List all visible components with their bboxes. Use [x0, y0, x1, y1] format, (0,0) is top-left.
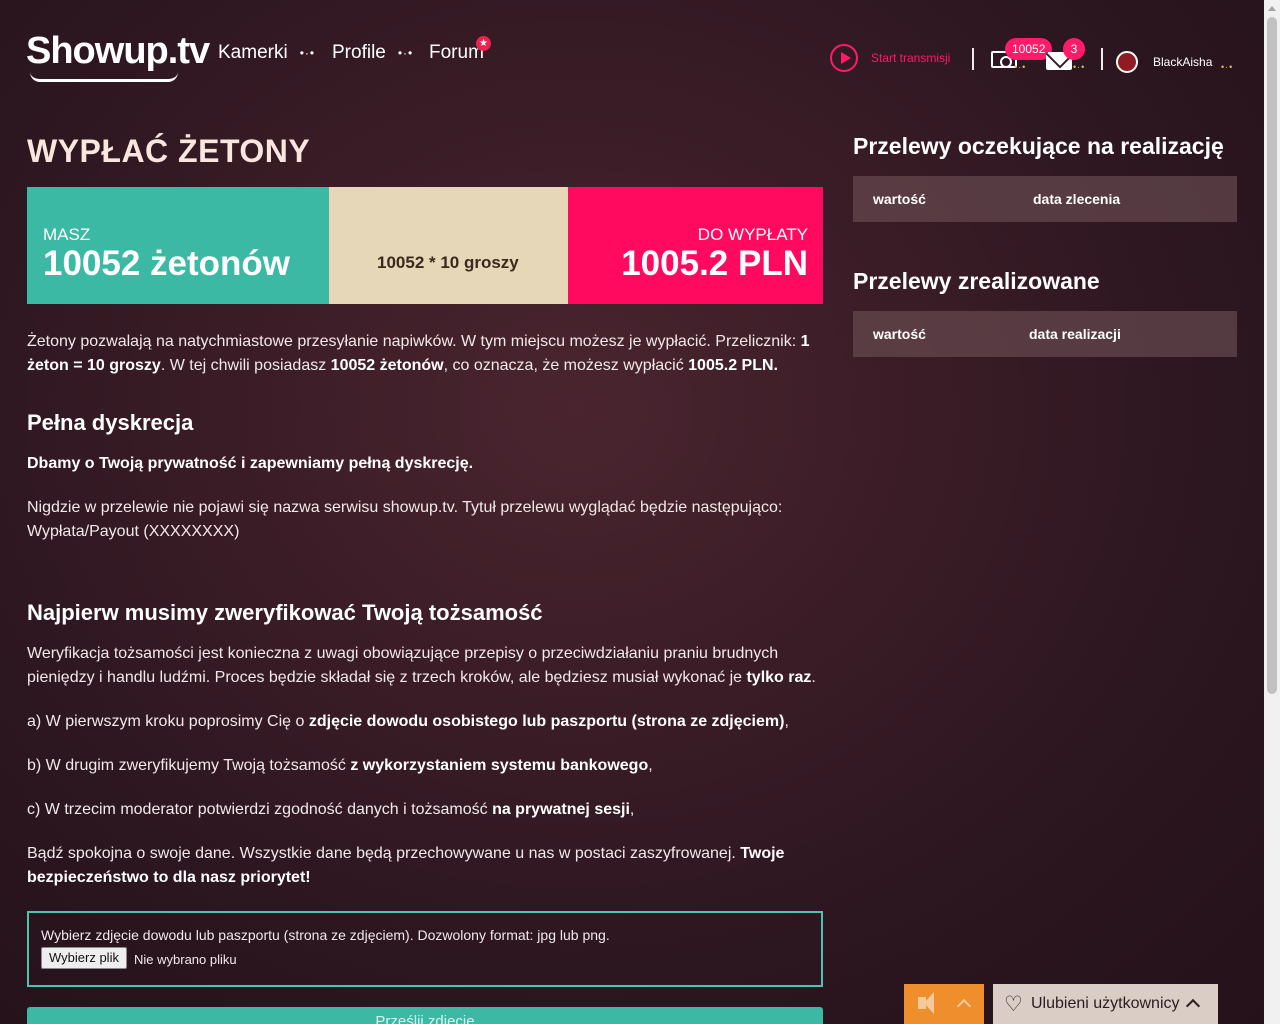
upload-box: Wybierz zdjęcie dowodu lub paszportu (st…: [27, 911, 823, 987]
verify-step-b: b) W drugim zweryfikujemy Twoją tożsamoś…: [27, 757, 653, 774]
divider: [1101, 48, 1103, 70]
sound-toggle[interactable]: [904, 984, 984, 1024]
divider: [972, 48, 974, 70]
start-broadcast-label: Start transmisji: [871, 51, 951, 65]
page: Showup.tv Kamerki •·• Profile •·• Forum …: [0, 0, 1264, 1024]
dropdown-dots-icon: •·•: [299, 46, 316, 60]
verify-heading: Najpierw musimy zweryfikować Twoją tożsa…: [27, 600, 543, 625]
play-icon: [830, 44, 858, 72]
messages-badge: 3: [1063, 38, 1085, 60]
col-value: wartość: [873, 191, 926, 207]
nav-kamerki[interactable]: Kamerki •·•: [218, 42, 315, 64]
conversion-formula: 10052 * 10 groszy: [377, 253, 519, 272]
nav-profile[interactable]: Profile •·•: [332, 42, 413, 64]
discretion-text: Nigdzie w przelewie nie pojawi się nazwa…: [27, 499, 783, 540]
completed-transfers-table-header: wartość data realizacji: [853, 311, 1237, 357]
pending-transfers-table-header: wartość data zlecenia: [853, 176, 1237, 222]
heart-icon: ♡: [1004, 993, 1023, 1016]
payout-label: DO WYPŁATY: [697, 225, 808, 244]
tokens-owned-box: MASZ 10052 żetonów: [27, 187, 329, 304]
star-badge-icon: ★: [476, 36, 491, 51]
dropdown-dots-icon: •·•: [1014, 62, 1027, 72]
choose-file-button[interactable]: Wybierz plik: [41, 947, 127, 969]
pending-transfers-title: Przelewy oczekujące na realizację: [853, 133, 1224, 159]
discretion-heading: Pełna dyskrecja: [27, 410, 194, 435]
conversion-box: 10052 * 10 groszy: [329, 187, 568, 304]
speaker-icon: [918, 992, 934, 1014]
page-scrollbar[interactable]: [1264, 0, 1280, 1024]
discretion-bold: Dbamy o Twoją prywatność i zapewniamy pe…: [27, 455, 474, 472]
scroll-up-arrow-icon[interactable]: [1268, 6, 1276, 11]
username[interactable]: BlackAisha: [1153, 55, 1212, 69]
dropdown-dots-icon: •·•: [397, 46, 414, 60]
chevron-up-icon[interactable]: [956, 998, 972, 1014]
logo-smile: [30, 72, 178, 82]
nav-profile-label: Profile: [332, 42, 386, 63]
upload-hint: Wybierz zdjęcie dowodu lub paszportu (st…: [41, 927, 610, 943]
payout-value: 1005.2 PLN: [621, 244, 808, 283]
col-value: wartość: [873, 326, 926, 342]
no-file-label: Nie wybrano pliku: [134, 952, 237, 967]
verify-step-a: a) W pierwszym kroku poprosimy Cię o zdj…: [27, 713, 789, 730]
page-title: WYPŁAĆ ŻETONY: [27, 133, 311, 169]
payout-box: DO WYPŁATY 1005.2 PLN: [568, 187, 823, 304]
tokens-owned-value: 10052 żetonów: [43, 244, 291, 283]
completed-transfers-title: Przelewy zrealizowane: [853, 268, 1100, 294]
col-completion-date: data realizacji: [1029, 326, 1121, 342]
nav-kamerki-label: Kamerki: [218, 42, 288, 63]
dropdown-dots-icon[interactable]: •·•: [1221, 62, 1233, 72]
submit-photo-button[interactable]: Prześlij zdjęcie: [27, 1007, 823, 1024]
chevron-up-icon[interactable]: [1185, 998, 1201, 1014]
verify-intro: Weryfikacja tożsamości jest konieczna z …: [27, 645, 816, 686]
avatar[interactable]: [1116, 51, 1138, 73]
intro-text: Żetony pozwalają na natychmiastowe przes…: [27, 333, 810, 374]
top-bar: Showup.tv Kamerki •·• Profile •·• Forum …: [0, 0, 1264, 110]
dropdown-dots-icon: •·•: [1073, 62, 1086, 72]
scrollbar-thumb[interactable]: [1267, 17, 1277, 694]
start-broadcast-button[interactable]: Start transmisji: [830, 44, 950, 72]
favorites-label: Ulubieni użytkownicy: [1031, 995, 1180, 1012]
logo[interactable]: Showup.tv: [26, 30, 210, 73]
verify-final: Bądź spokojna o swoje dane. Wszystkie da…: [27, 845, 785, 886]
col-order-date: data zlecenia: [1033, 191, 1121, 207]
favorites-panel-toggle[interactable]: ♡ Ulubieni użytkownicy: [993, 984, 1218, 1024]
tokens-owned-label: MASZ: [43, 225, 91, 244]
verify-step-c: c) W trzecim moderator potwierdzi zgodno…: [27, 801, 635, 818]
